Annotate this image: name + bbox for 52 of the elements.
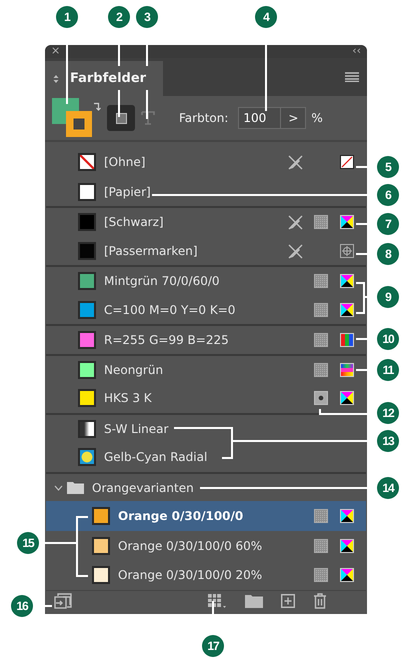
callout-number: 5 xyxy=(377,156,399,178)
panel-tab[interactable]: Farbfelder xyxy=(45,60,163,96)
group-name[interactable]: Orangevarianten xyxy=(92,480,194,495)
swatch-row[interactable]: Orange 0/30/100/0 20% xyxy=(46,560,366,590)
swatch-row[interactable]: Orange 0/30/100/0 60% xyxy=(46,530,366,560)
callout-number: 6 xyxy=(377,184,399,206)
swatch-row[interactable]: [Papier] xyxy=(46,176,366,206)
callout-number: 10 xyxy=(377,328,399,350)
tint-field[interactable]: 100 xyxy=(238,107,280,130)
swatch-row[interactable]: [Schwarz] xyxy=(46,206,366,236)
container-button[interactable] xyxy=(107,105,135,132)
callout-number: 14 xyxy=(377,477,399,499)
swap-arrow-icon[interactable] xyxy=(93,102,101,112)
folder-icon[interactable] xyxy=(245,594,263,608)
callout-number: 7 xyxy=(377,213,399,235)
swatch-row[interactable]: Mintgrün 70/0/60/0 xyxy=(46,265,366,295)
percent-label: % xyxy=(311,111,323,126)
tint-slider-button[interactable]: > xyxy=(280,107,306,130)
swatch-row[interactable]: Gelb-Cyan Radial xyxy=(46,442,366,472)
close-button[interactable]: × xyxy=(51,45,60,58)
collapse-button[interactable]: ‹‹ xyxy=(352,45,361,58)
swatch-row[interactable]: Orange 0/30/100/0 xyxy=(46,501,366,531)
swatch-row[interactable]: C=100 M=0 Y=0 K=0 xyxy=(46,294,366,324)
callout-number: 17 xyxy=(202,635,224,657)
callout-number: 8 xyxy=(377,243,399,265)
callout-number: 3 xyxy=(136,6,158,28)
callout-number: 12 xyxy=(377,402,399,424)
fill-stroke-swatch[interactable] xyxy=(52,98,92,138)
callout-number: 11 xyxy=(377,359,399,381)
swatch-row[interactable]: [Passermarken] xyxy=(46,236,366,266)
swatch-row[interactable]: [Ohne] xyxy=(46,147,366,177)
swatch-view-icon[interactable] xyxy=(207,592,227,609)
swatch-row[interactable]: S-W Linear xyxy=(46,412,366,442)
text-icon[interactable] xyxy=(141,110,155,126)
folder-icon xyxy=(67,481,84,494)
swatch-row[interactable]: Neongrün xyxy=(46,354,366,384)
callout-number: 13 xyxy=(377,430,399,452)
load-swatches-icon[interactable] xyxy=(54,592,72,609)
swatch-row[interactable]: R=255 G=99 B=225 xyxy=(46,324,366,354)
delete-icon[interactable] xyxy=(313,592,327,609)
callout-number: 1 xyxy=(56,6,78,28)
callout-number: 4 xyxy=(255,6,277,28)
callout-number: 9 xyxy=(377,286,399,308)
callout-number: 15 xyxy=(17,532,39,554)
swatch-row[interactable]: HKS 3 K xyxy=(46,383,366,413)
grip-icon xyxy=(53,74,59,84)
chevron-icon[interactable] xyxy=(54,484,63,491)
menu-icon[interactable] xyxy=(345,72,359,82)
new-swatch-icon[interactable] xyxy=(281,594,295,608)
tint-label: Farbton: xyxy=(179,111,228,126)
callout-number: 2 xyxy=(108,6,130,28)
callout-number: 16 xyxy=(11,595,33,617)
